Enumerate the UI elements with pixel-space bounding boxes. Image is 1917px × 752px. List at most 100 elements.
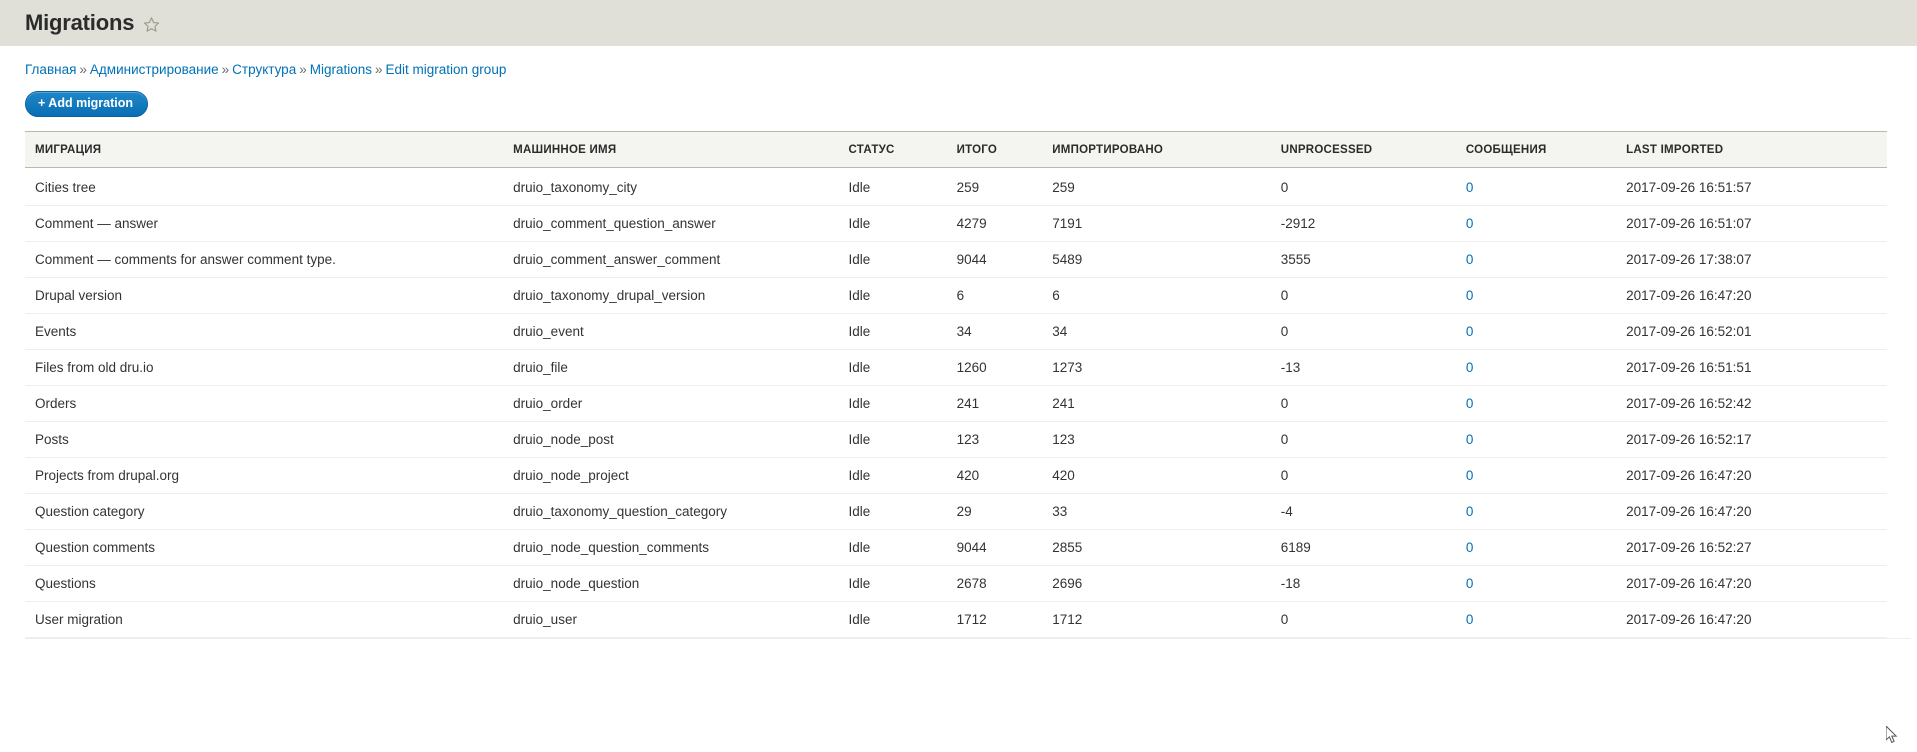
cell-last-imported: 2017-09-26 16:52:17	[1626, 421, 1887, 458]
cell-status: Idle	[848, 349, 957, 386]
cell-last-imported: 2017-09-26 16:51:07	[1626, 205, 1887, 242]
cell-imported: 123	[1052, 421, 1281, 458]
column-header-unprocessed[interactable]: UNPROCESSED	[1280, 130, 1466, 168]
messages-link[interactable]: 0	[1466, 180, 1474, 195]
breadcrumb-item-home[interactable]: Главная	[25, 62, 76, 77]
column-header-total[interactable]: ИТОГО	[956, 130, 1053, 168]
cell-messages: 0	[1465, 565, 1627, 602]
messages-link[interactable]: 0	[1466, 360, 1474, 375]
cell-unprocessed: -4	[1280, 493, 1466, 530]
cell-status: Idle	[848, 493, 957, 530]
star-outline-icon[interactable]	[143, 16, 160, 33]
cell-imported: 34	[1052, 313, 1281, 350]
cell-last-imported: 2017-09-26 16:47:20	[1626, 457, 1887, 494]
cell-status: Idle	[848, 205, 957, 242]
table-header-row: МИГРАЦИЯ МАШИННОЕ ИМЯ СТАТУС ИТОГО ИМПОР…	[25, 130, 1887, 168]
cell-total: 1712	[956, 601, 1053, 638]
cell-status: Idle	[848, 421, 957, 458]
messages-link[interactable]: 0	[1466, 396, 1474, 411]
column-header-status[interactable]: СТАТУС	[848, 130, 957, 168]
breadcrumb-item-edit-migration-group[interactable]: Edit migration group	[386, 62, 507, 77]
cell-machine-name: druio_taxonomy_question_category	[513, 493, 849, 530]
cell-unprocessed: -13	[1280, 349, 1466, 386]
breadcrumb-item-administration[interactable]: Администрирование	[90, 62, 219, 77]
cell-unprocessed: -18	[1280, 565, 1466, 602]
cell-status: Idle	[848, 457, 957, 494]
table-row: Events druio_event Idle 34 34 0 0 2017-09-26 16…	[25, 313, 1887, 350]
cell-migration-name: Posts	[25, 421, 514, 458]
table-row: Posts druio_node_post Idle 123 123 0 0 2017-09-…	[25, 421, 1887, 458]
messages-link[interactable]: 0	[1466, 324, 1474, 339]
cell-machine-name: druio_node_question	[513, 565, 849, 602]
table-row: Question category druio_taxonomy_question…	[25, 493, 1887, 530]
cell-status: Idle	[848, 277, 957, 314]
messages-link[interactable]: 0	[1466, 504, 1474, 519]
cell-unprocessed: 0	[1280, 313, 1466, 350]
cell-machine-name: druio_file	[513, 349, 849, 386]
column-header-last-imported[interactable]: LAST IMPORTED	[1626, 130, 1887, 168]
cell-last-imported: 2017-09-26 16:47:20	[1626, 277, 1887, 314]
cell-total: 123	[956, 421, 1053, 458]
page-title: Migrations	[25, 10, 135, 35]
cell-unprocessed: 3555	[1280, 241, 1466, 278]
breadcrumb-separator: »	[79, 62, 87, 77]
messages-link[interactable]: 0	[1466, 540, 1474, 555]
messages-link[interactable]: 0	[1466, 576, 1474, 591]
cell-last-imported: 2017-09-26 16:52:01	[1626, 313, 1887, 350]
cell-total: 420	[956, 457, 1053, 494]
breadcrumb-item-structure[interactable]: Структура	[232, 62, 296, 77]
cell-total: 2678	[956, 565, 1053, 602]
messages-link[interactable]: 0	[1466, 216, 1474, 231]
cell-imported: 6	[1052, 277, 1281, 314]
cell-status: Idle	[848, 241, 957, 278]
cell-machine-name: druio_node_post	[513, 421, 849, 458]
breadcrumb-item-migrations[interactable]: Migrations	[310, 62, 372, 77]
cell-messages: 0	[1465, 349, 1627, 386]
table-row: Drupal version druio_taxonomy_drupal_vers…	[25, 277, 1887, 314]
add-migration-button[interactable]: + Add migration	[25, 91, 149, 117]
column-header-machine-name[interactable]: МАШИННОЕ ИМЯ	[513, 130, 849, 168]
cell-machine-name: druio_event	[513, 313, 849, 350]
cell-migration-name: User migration	[25, 601, 514, 638]
table-row: Question comments druio_node_question_com…	[25, 529, 1887, 566]
cell-messages: 0	[1465, 457, 1627, 494]
cell-migration-name: Comment — comments for answer comment ty…	[25, 241, 514, 278]
cell-total: 241	[956, 385, 1053, 422]
cell-migration-name: Comment — answer	[25, 205, 514, 242]
table-row: Questions druio_node_question Idle 2678 2696…	[25, 565, 1887, 602]
cell-migration-name: Question category	[25, 493, 514, 530]
migrations-table-container: МИГРАЦИЯ МАШИННОЕ ИМЯ СТАТУС ИТОГО ИМПОР…	[25, 130, 1911, 639]
cell-migration-name: Questions	[25, 565, 514, 602]
breadcrumb: Главная» Администрирование» Структура» Migr…	[25, 46, 1892, 78]
cell-messages: 0	[1465, 167, 1627, 206]
messages-link[interactable]: 0	[1466, 252, 1474, 267]
mouse-cursor	[1885, 724, 1898, 744]
cell-unprocessed: 0	[1280, 385, 1466, 422]
migrations-table: МИГРАЦИЯ МАШИННОЕ ИМЯ СТАТУС ИТОГО ИМПОР…	[25, 130, 1887, 638]
cell-last-imported: 2017-09-26 16:52:42	[1626, 385, 1887, 422]
cell-messages: 0	[1465, 385, 1627, 422]
messages-link[interactable]: 0	[1466, 612, 1474, 627]
cell-imported: 241	[1052, 385, 1281, 422]
table-row: Projects from drupal.org druio_node_proje…	[25, 457, 1887, 494]
column-header-messages[interactable]: СООБЩЕНИЯ	[1465, 130, 1627, 168]
cell-messages: 0	[1465, 529, 1627, 566]
cell-migration-name: Events	[25, 313, 514, 350]
column-header-migration[interactable]: МИГРАЦИЯ	[25, 130, 514, 168]
breadcrumb-separator: »	[375, 62, 383, 77]
cell-last-imported: 2017-09-26 16:51:57	[1626, 167, 1887, 206]
cell-last-imported: 2017-09-26 16:52:27	[1626, 529, 1887, 566]
messages-link[interactable]: 0	[1466, 432, 1474, 447]
cell-imported: 7191	[1052, 205, 1281, 242]
cell-status: Idle	[848, 529, 957, 566]
cell-unprocessed: 6189	[1280, 529, 1466, 566]
messages-link[interactable]: 0	[1466, 468, 1474, 483]
messages-link[interactable]: 0	[1466, 288, 1474, 303]
cell-status: Idle	[848, 565, 957, 602]
cell-migration-name: Cities tree	[25, 167, 514, 206]
table-body: Cities tree druio_taxonomy_city Idle 259 259…	[25, 167, 1887, 638]
cell-total: 1260	[956, 349, 1053, 386]
column-header-imported[interactable]: ИМПОРТИРОВАНО	[1052, 130, 1281, 168]
cell-last-imported: 2017-09-26 16:47:20	[1626, 601, 1887, 638]
cell-total: 9044	[956, 529, 1053, 566]
